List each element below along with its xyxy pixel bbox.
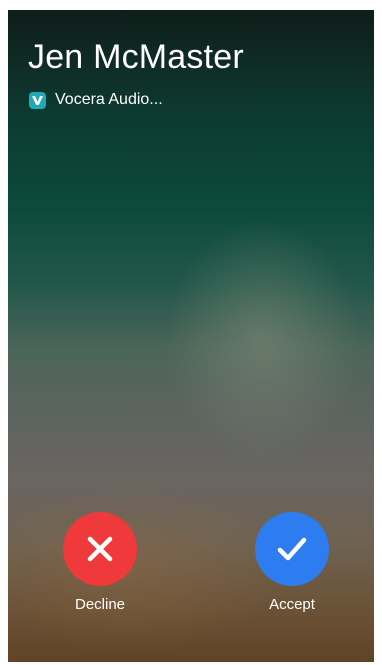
incoming-call-screen: Jen McMaster Vocera Audio... Decline Acc… [8, 10, 374, 662]
app-source: Vocera Audio... [29, 90, 163, 110]
decline-circle[interactable] [63, 512, 137, 586]
checkmark-icon [277, 537, 307, 561]
caller-name: Jen McMaster [28, 38, 244, 76]
decline-label: Decline [74, 596, 126, 613]
close-icon [87, 536, 113, 562]
app-name: Vocera Audio... [55, 91, 163, 108]
accept-circle[interactable] [255, 512, 329, 586]
accept-label: Accept [269, 596, 315, 613]
vocera-app-icon [29, 91, 46, 109]
accept-button[interactable]: Accept [247, 512, 337, 613]
decline-button[interactable]: Decline [55, 512, 145, 613]
